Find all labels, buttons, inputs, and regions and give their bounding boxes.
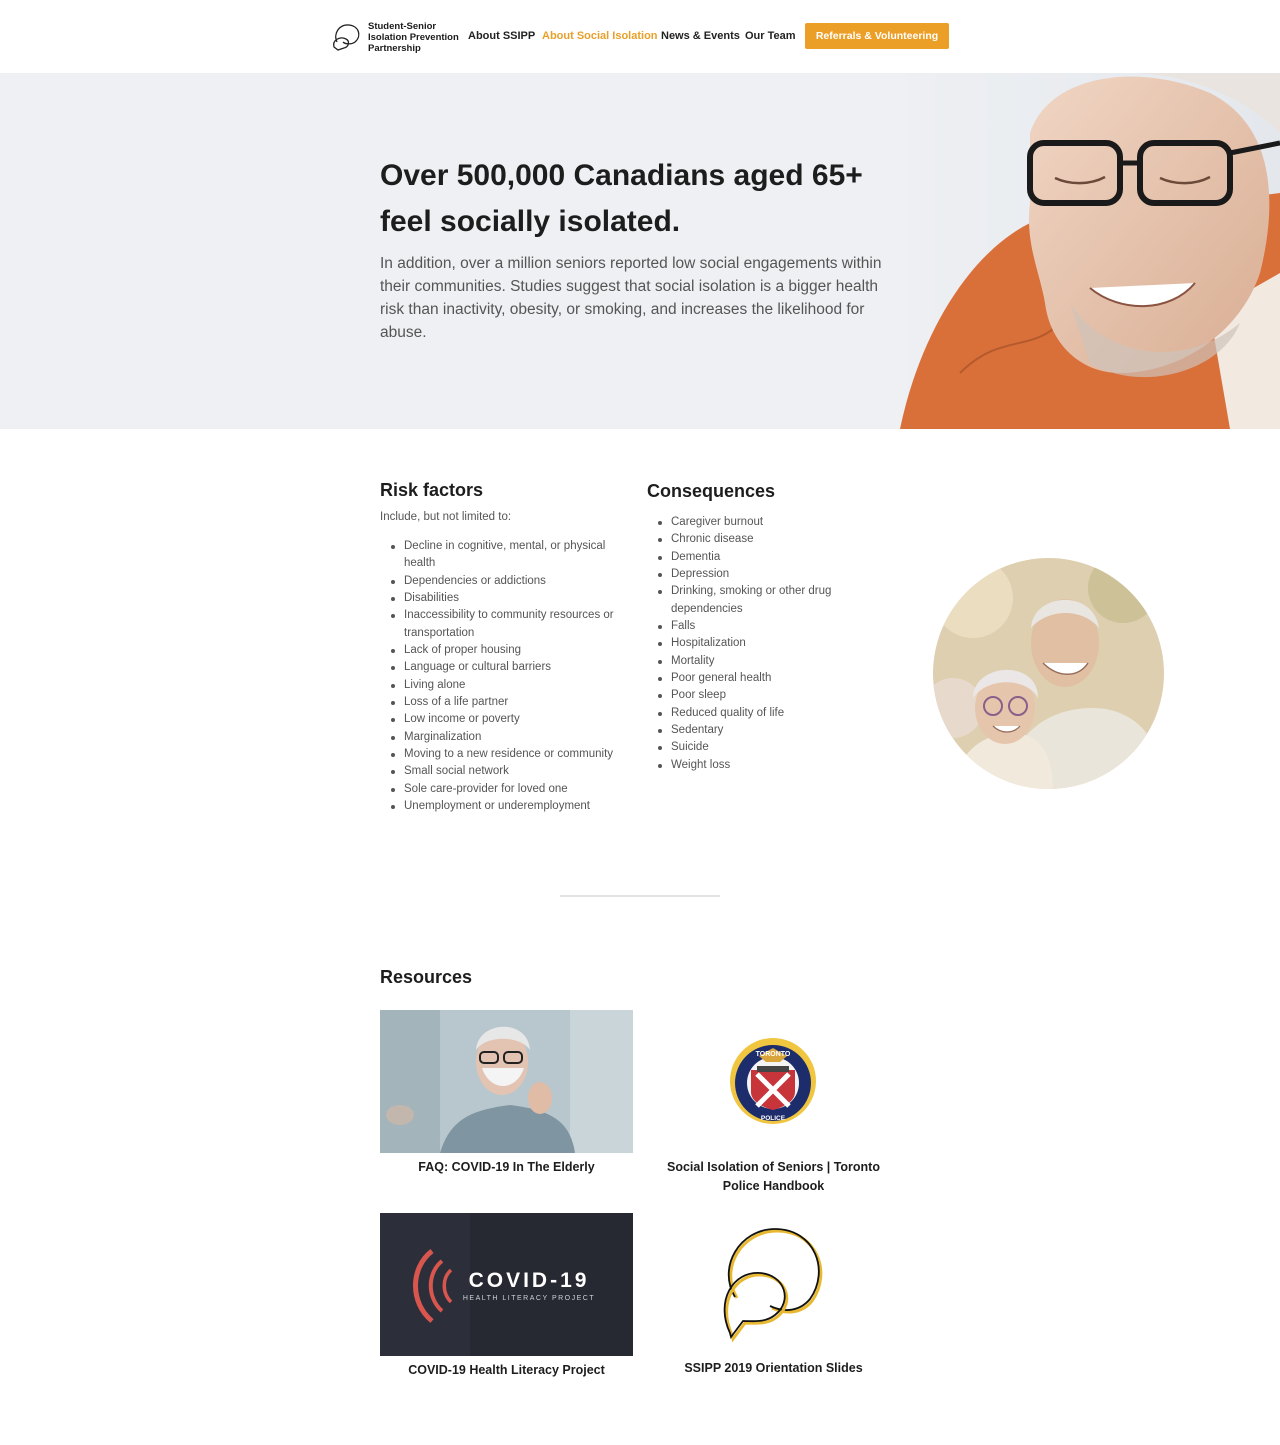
nav-link-news-events[interactable]: News & Events [661,30,740,42]
senior-couple-photo [933,558,1164,789]
consequence-item: Hospitalization [647,635,877,652]
consequence-item: Chronic disease [647,531,877,548]
badge-bottom-text: POLICE [761,1115,786,1122]
resource-card-orientation-slides[interactable]: SSIPP 2019 Orientation Slides [647,1213,900,1378]
referrals-volunteering-button[interactable]: Referrals & Volunteering [805,23,949,49]
toronto-police-badge-icon: TORONTO POLICE [647,1010,900,1153]
consequence-item: Suicide [647,739,877,756]
risk-factor-item: Marginalization [380,729,632,746]
hero-description: In addition, over a million seniors repo… [380,255,882,341]
consequences-list: Caregiver burnout Chronic disease Dementia… [647,514,877,774]
resource-label: FAQ: COVID-19 In The Elderly [418,1160,595,1174]
nav-link-our-team[interactable]: Our Team [745,30,796,42]
risk-factor-item: Dependencies or addictions [380,573,632,590]
consequences-heading: Consequences [647,481,776,501]
risk-factors-intro: Include, but not limited to: [380,511,512,523]
badge-top-text: TORONTO [756,1051,791,1058]
hero-title: Over 500,000 Canadians aged 65+ feel soc… [380,159,863,238]
nav-link-about-social-isolation[interactable]: About Social Isolation [542,30,658,42]
resource-label: COVID-19 Health Literacy Project [408,1363,605,1377]
consequence-item: Reduced quality of life [647,705,877,722]
consequence-item: Dementia [647,549,877,566]
senior-couple-image [933,558,1164,789]
risk-factors-list: Decline in cognitive, mental, or physica… [380,538,632,816]
risk-factor-item: Sole care-provider for loved one [380,781,632,798]
consequence-item: Falls [647,618,877,635]
consequence-item: Weight loss [647,757,877,774]
consequence-item: Sedentary [647,722,877,739]
consequence-item: Poor sleep [647,687,877,704]
resource-label: SSIPP 2019 Orientation Slides [684,1361,863,1375]
resource-label: Social Isolation of Seniors | Toronto Po… [666,1160,880,1193]
ssipp-speech-bubbles-icon [647,1213,900,1356]
risk-factor-item: Small social network [380,763,632,780]
risk-factor-item: Inaccessibility to community resources o… [380,607,632,642]
top-navbar: Student-Senior Isolation Prevention Part… [0,0,1280,73]
section-divider [560,895,720,897]
consequence-item: Depression [647,566,877,583]
risk-factor-item: Unemployment or underemployment [380,798,632,815]
nav-link-about-ssipp[interactable]: About SSIPP [468,30,535,42]
risk-factor-item: Low income or poverty [380,711,632,728]
risk-factor-item: Loss of a life partner [380,694,632,711]
covid-literacy-banner: COVID-19 HEALTH LITERACY PROJECT [380,1213,633,1356]
consequence-item: Caregiver burnout [647,514,877,531]
resources-heading: Resources [380,967,473,987]
resource-card-covid-literacy[interactable]: COVID-19 HEALTH LITERACY PROJECT COVID-1… [380,1213,633,1380]
masked-senior-woman-photo [380,1010,633,1153]
banner-subtitle: HEALTH LITERACY PROJECT [463,1295,595,1302]
consequence-item: Mortality [647,653,877,670]
speech-bubbles-logo-icon [333,24,360,51]
risk-factor-item: Decline in cognitive, mental, or physica… [380,538,632,573]
hero-banner: Over 500,000 Canadians aged 65+ feel soc… [0,73,1280,429]
resource-card-covid-faq[interactable]: FAQ: COVID-19 In The Elderly [380,1010,633,1177]
resource-card-toronto-police[interactable]: TORONTO POLICE Social Isolation of Senio… [647,1010,900,1196]
logo-text: Student-Senior Isolation Prevention Part… [368,20,459,54]
consequence-item: Drinking, smoking or other drug dependen… [647,583,877,618]
smiling-senior-man-photo [880,73,1280,429]
consequence-item: Poor general health [647,670,877,687]
risk-factors-heading: Risk factors [380,480,484,500]
banner-title: COVID-19 [469,1269,590,1292]
site-logo[interactable]: Student-Senior Isolation Prevention Part… [331,18,461,56]
risk-factor-item: Language or cultural barriers [380,659,632,676]
risk-factor-item: Moving to a new residence or community [380,746,632,763]
risk-factor-item: Living alone [380,677,632,694]
risk-factor-item: Lack of proper housing [380,642,632,659]
risk-factor-item: Disabilities [380,590,632,607]
